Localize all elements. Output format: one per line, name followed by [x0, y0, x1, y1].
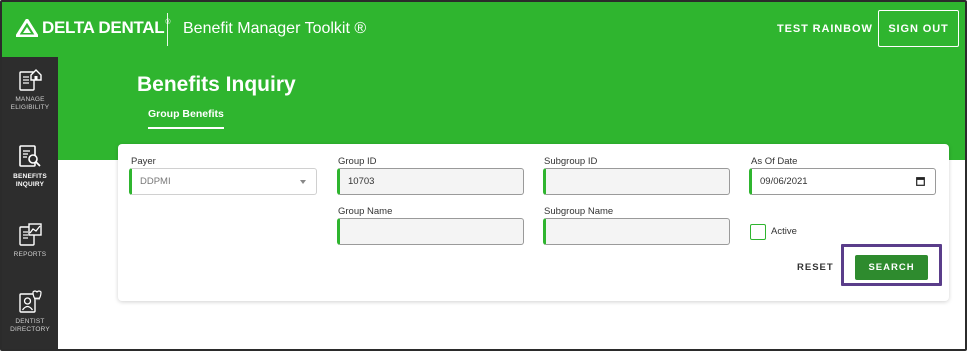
- document-search-icon: [19, 145, 41, 167]
- payer-label: Payer: [131, 156, 156, 167]
- as-of-date-label: As Of Date: [751, 156, 798, 167]
- user-name[interactable]: TEST RAINBOW: [777, 23, 873, 35]
- subgroup-id-field[interactable]: [543, 168, 730, 195]
- sidebar-item-manage-eligibility[interactable]: MANAGE ELIGIBILITY: [2, 67, 58, 112]
- payer-select[interactable]: DDPMI: [129, 168, 317, 195]
- active-checkbox-label: Active: [771, 226, 797, 237]
- page-title: Benefits Inquiry: [137, 73, 296, 96]
- header-divider: [167, 13, 168, 46]
- payer-select-value: DDPMI: [140, 176, 171, 187]
- document-home-icon: [19, 69, 42, 91]
- as-of-date-value: 09/06/2021: [760, 176, 808, 187]
- delta-triangle-icon: [16, 19, 38, 37]
- sidebar-item-dentist-directory[interactable]: DENTIST DIRECTORY: [2, 289, 58, 334]
- calendar-icon[interactable]: [916, 177, 925, 186]
- app-window: DELTA DENTAL ® Benefit Manager Toolkit ®…: [0, 0, 967, 351]
- sidebar-item-label: REPORTS: [13, 251, 47, 258]
- group-id-field[interactable]: 10703: [337, 168, 524, 195]
- document-chart-icon: [19, 223, 42, 246]
- sidebar-item-label: MANAGE ELIGIBILITY: [10, 96, 50, 111]
- active-checkbox[interactable]: [750, 224, 766, 240]
- sidebar-item-label: BENEFITS INQUIRY: [13, 173, 47, 188]
- top-bar: DELTA DENTAL ® Benefit Manager Toolkit ®…: [2, 2, 965, 57]
- subgroup-id-label: Subgroup ID: [544, 156, 598, 167]
- search-button[interactable]: SEARCH: [855, 255, 928, 280]
- sidebar-item-reports[interactable]: REPORTS: [2, 222, 58, 259]
- sidebar: MANAGE ELIGIBILITY BENEFITS INQUIRY REPO…: [2, 57, 58, 349]
- subgroup-name-field[interactable]: [543, 218, 730, 245]
- dentist-profile-icon: [19, 290, 42, 313]
- as-of-date-field[interactable]: 09/06/2021: [749, 168, 936, 195]
- logo-text: DELTA DENTAL: [42, 18, 165, 37]
- sign-out-button[interactable]: SIGN OUT: [878, 10, 959, 47]
- chevron-down-icon: [300, 180, 306, 184]
- group-name-label: Group Name: [338, 206, 393, 217]
- group-name-field[interactable]: [337, 218, 524, 245]
- delta-dental-logo[interactable]: DELTA DENTAL ®: [16, 16, 170, 40]
- reset-button[interactable]: RESET: [797, 262, 834, 273]
- sidebar-item-benefits-inquiry[interactable]: BENEFITS INQUIRY: [2, 144, 58, 189]
- tab-group-benefits[interactable]: Group Benefits: [148, 108, 224, 129]
- subgroup-name-label: Subgroup Name: [544, 206, 614, 217]
- group-id-label: Group ID: [338, 156, 377, 167]
- app-title: Benefit Manager Toolkit ®: [183, 20, 367, 37]
- sidebar-item-label: DENTIST DIRECTORY: [10, 318, 50, 333]
- group-id-value: 10703: [348, 176, 375, 187]
